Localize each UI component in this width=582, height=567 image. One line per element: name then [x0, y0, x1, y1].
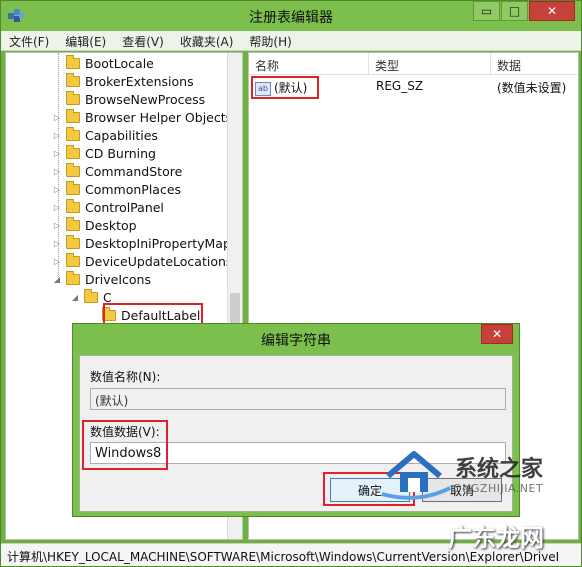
window-controls: ▭ □ ✕ [473, 1, 575, 21]
tree-item-cd-burning[interactable]: ▷ CD Burning [52, 144, 156, 162]
folder-icon [66, 72, 80, 87]
folder-icon [66, 234, 80, 249]
folder-icon [66, 54, 80, 69]
tree-item-label: BrokerExtensions [85, 73, 194, 89]
chevron-right-icon[interactable]: ▷ [52, 167, 62, 176]
minimize-button[interactable]: ▭ [473, 1, 500, 21]
highlight-value-data [82, 420, 168, 470]
value-row-type: REG_SZ [376, 79, 424, 93]
value-name-label: 数值名称(N): [90, 370, 161, 384]
folder-icon [66, 108, 80, 123]
tree-item-controlpanel[interactable]: ▷ ControlPanel [52, 198, 164, 216]
folder-icon [66, 216, 80, 231]
tree-item-label: CD Burning [85, 145, 156, 161]
column-header-type[interactable]: 类型 [369, 53, 491, 75]
tree-item-commandstore[interactable]: ▷ CommandStore [52, 162, 182, 180]
menu-edit[interactable]: 编辑(E) [57, 31, 114, 50]
dialog-close-button[interactable]: ✕ [481, 324, 513, 344]
chevron-right-icon[interactable]: ▷ [52, 149, 62, 158]
highlight-defaultlabel [103, 303, 203, 325]
chevron-right-icon[interactable]: ▷ [52, 185, 62, 194]
folder-icon [66, 162, 80, 177]
folder-icon [66, 198, 80, 213]
tree-item-driveicons[interactable]: ◢ DriveIcons [52, 270, 151, 288]
column-header-data[interactable]: 数据 [491, 53, 578, 75]
tree-item-label: CommandStore [85, 163, 183, 179]
tree-item-bootlocale[interactable]: BootLocale [52, 54, 154, 72]
chevron-down-icon[interactable]: ◢ [52, 275, 62, 284]
tree-item-brokerextensions[interactable]: BrokerExtensions [52, 72, 194, 90]
chevron-right-icon[interactable]: ▷ [52, 221, 62, 230]
watermark-brand: 系统之家 [455, 457, 544, 482]
title-bar[interactable]: 注册表编辑器 ▭ □ ✕ [1, 1, 581, 31]
tree-item-label: Capabilities [85, 127, 158, 143]
watermark-bottom: 广东龙网 [448, 524, 544, 552]
menu-help[interactable]: 帮助(H) [241, 31, 299, 50]
maximize-button[interactable]: □ [501, 1, 528, 21]
tree-item-label: DriveIcons [85, 271, 151, 287]
dialog-title: 编辑字符串 [261, 333, 331, 349]
tree-item-label: BootLocale [85, 55, 154, 71]
tree-item-label: BrowseNewProcess [85, 91, 206, 107]
watermark-url: ONGZHIJIA.NET [453, 482, 544, 495]
chevron-right-icon[interactable]: ▷ [52, 203, 62, 212]
folder-icon [66, 126, 80, 141]
folder-icon [66, 144, 80, 159]
tree-item-label: ControlPanel [85, 199, 164, 215]
menu-view[interactable]: 查看(V) [114, 31, 172, 50]
tree-item-commonplaces[interactable]: ▷ CommonPlaces [52, 180, 181, 198]
tree-item-browser-helper-objects[interactable]: ▷ Browser Helper Objects [52, 108, 232, 126]
close-button[interactable]: ✕ [529, 1, 575, 21]
tree-item-label: CommonPlaces [85, 181, 182, 197]
folder-open-icon [84, 288, 98, 303]
folder-open-icon [66, 270, 80, 285]
tree-item-label: DesktopIniPropertyMap [85, 235, 231, 251]
tree-item-desktopinipropertymap[interactable]: ▷ DesktopIniPropertyMap [52, 234, 231, 252]
value-name-field: (默认) [90, 388, 506, 410]
tree-item-label: DeviceUpdateLocations [85, 253, 233, 269]
tree-item-desktop[interactable]: ▷ Desktop [52, 216, 137, 234]
tree-item-label: Desktop [85, 217, 137, 233]
chevron-down-icon[interactable]: ◢ [70, 293, 80, 302]
highlight-default-value [251, 76, 319, 99]
column-header-name[interactable]: 名称 [249, 53, 369, 75]
folder-icon [66, 180, 80, 195]
chevron-right-icon[interactable]: ▷ [52, 239, 62, 248]
chevron-right-icon[interactable]: ▷ [52, 113, 62, 122]
tree-item-deviceupdatelocations[interactable]: ▷ DeviceUpdateLocations [52, 252, 232, 270]
menu-favorites[interactable]: 收藏夹(A) [172, 31, 242, 50]
chevron-right-icon[interactable]: ▷ [52, 257, 62, 266]
tree-item-capabilities[interactable]: ▷ Capabilities [52, 126, 158, 144]
menu-file[interactable]: 文件(F) [1, 31, 57, 50]
chevron-right-icon[interactable]: ▷ [52, 131, 62, 140]
folder-icon [66, 252, 80, 267]
value-row-data: (数值未设置) [497, 81, 567, 95]
folder-icon [66, 90, 80, 105]
tree-item-label: Browser Helper Objects [85, 109, 233, 125]
tree-item-browsenewprocess[interactable]: BrowseNewProcess [52, 90, 205, 108]
tree-scroll-thumb[interactable] [230, 293, 240, 323]
menu-bar: 文件(F) 编辑(E) 查看(V) 收藏夹(A) 帮助(H) [1, 31, 581, 51]
